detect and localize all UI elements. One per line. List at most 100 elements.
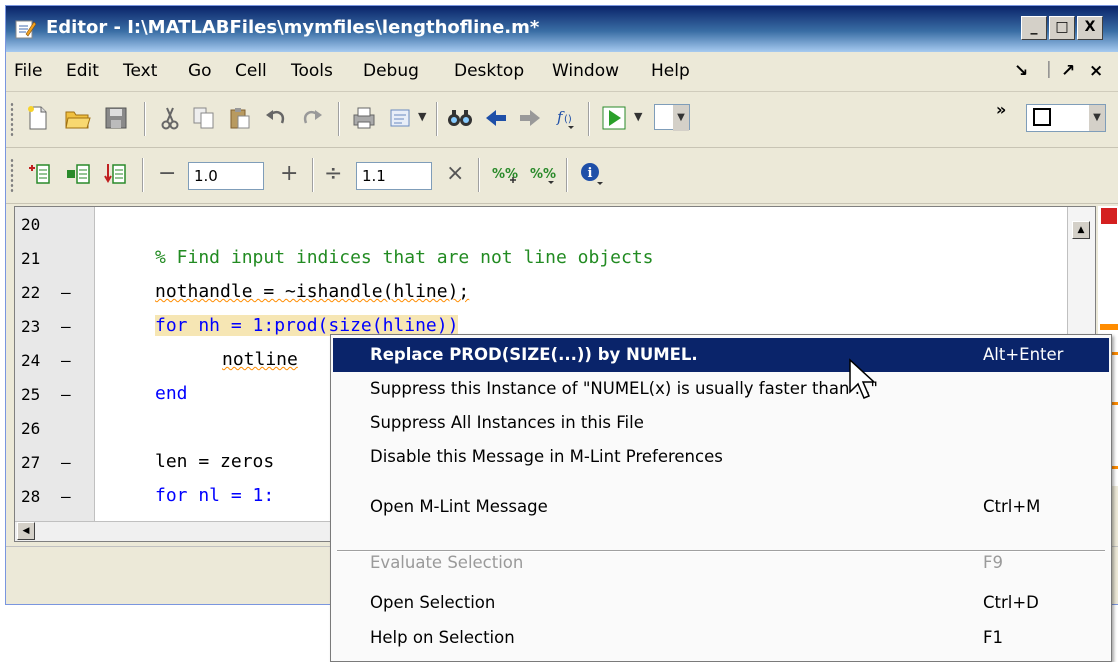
toolbar-separator [436,102,438,136]
maximize-button[interactable]: □ [1049,16,1075,40]
menu-item-label: Open Selection [370,593,496,612]
code-line: end [155,383,188,404]
line-number: 20 [21,215,41,234]
line-number: 28 [21,487,41,506]
svg-text:(): () [564,114,572,125]
menu-help[interactable]: Help [651,61,690,81]
matlab-editor-icon [15,20,36,39]
function-icon[interactable]: f() [552,104,580,132]
divide-icon[interactable]: ÷ [324,161,342,186]
open-folder-icon[interactable] [64,104,92,132]
mlint-warning-marker[interactable] [1100,324,1118,330]
view-icon[interactable] [386,104,414,132]
line-number: 23 [21,317,41,336]
cut-icon[interactable] [156,104,184,132]
title-bar[interactable]: Editor - I:\MATLABFiles\mymfiles\lengtho… [6,6,1118,52]
find-icon[interactable] [446,104,474,132]
undo-icon[interactable] [262,104,290,132]
menu-item-shortcut: F1 [983,628,1003,647]
close-document-button[interactable]: × [1089,61,1103,81]
mlint-status-indicator[interactable] [1101,208,1117,224]
window-title: Editor - I:\MATLABFiles\mymfiles\lengtho… [46,17,540,38]
cell-percent-add-icon[interactable]: %% [490,160,518,188]
breakpoint-marker[interactable]: — [61,385,71,404]
svg-text:i: i [588,166,593,181]
new-file-icon[interactable] [24,104,52,132]
undock-button[interactable]: ↗ [1061,61,1075,81]
paste-icon[interactable] [226,104,254,132]
menu-open-selection[interactable]: Open Selection Ctrl+D [333,586,1109,620]
breakpoint-marker[interactable]: — [61,453,71,472]
menu-tools[interactable]: Tools [291,61,333,81]
divide-value-field[interactable]: 1.1 [356,162,432,190]
mouse-pointer-icon [849,358,876,399]
run-icon[interactable] [600,104,628,132]
menu-desktop[interactable]: Desktop [454,61,524,81]
toolbar-separator [142,158,144,192]
run-dropdown-arrow[interactable]: ▼ [634,110,642,123]
menu-debug[interactable]: Debug [363,61,419,81]
menu-cell[interactable]: Cell [235,61,267,81]
menu-item-label: Evaluate Selection [370,553,524,572]
code-line: nothandle = ~ishandle(hline); [155,281,469,302]
cell-divider-icon[interactable] [64,160,92,188]
scroll-left-arrow[interactable]: ◀ [17,522,35,540]
decrement-icon[interactable]: − [158,161,176,186]
menu-file[interactable]: File [14,61,42,81]
context-menu: Replace PROD(SIZE(...)) by NUMEL. Alt+En… [330,334,1112,662]
cell-toolbar: − 1.0 + ÷ 1.1 × %% %% i [6,148,1118,204]
toolbar-separator [338,102,340,136]
code-line-content: notline [222,349,298,370]
layout-selector[interactable]: ▼ [1026,104,1106,132]
menu-text[interactable]: Text [123,61,157,81]
menu-replace-with-numel[interactable]: Replace PROD(SIZE(...)) by NUMEL. Alt+En… [333,338,1109,372]
redo-icon[interactable] [298,104,326,132]
line-number: 25 [21,385,41,404]
menu-suppress-instance[interactable]: Suppress this Instance of "NUMEL(x) is u… [333,372,1109,406]
line-number: 27 [21,453,41,472]
decrement-value-field[interactable]: 1.0 [188,162,264,190]
toolbar-separator [312,158,314,192]
stack-selector[interactable]: ▼ [654,104,690,131]
copy-icon[interactable] [190,104,218,132]
code-line: notline [222,349,298,370]
menu-item-shortcut: Ctrl+M [983,497,1041,516]
menu-suppress-all-in-file[interactable]: Suppress All Instances in this File [333,406,1109,440]
menu-open-mlint-message[interactable]: Open M-Lint Message Ctrl+M [333,490,1109,524]
toolbar-grip[interactable] [10,102,14,138]
stack-dropdown-arrow[interactable]: ▼ [673,105,689,131]
toolbar-overflow[interactable]: » [996,100,1006,119]
breakpoint-marker[interactable]: — [61,351,71,370]
menu-disable-message[interactable]: Disable this Message in M-Lint Preferenc… [333,440,1109,474]
menu-help-on-selection[interactable]: Help on Selection F1 [333,621,1109,655]
menu-window[interactable]: Window [552,61,619,81]
code-line: % Find input indices that are not line o… [155,247,654,268]
menu-item-label: Open M-Lint Message [370,497,548,516]
forward-icon[interactable] [516,104,544,132]
code-line: for nl = 1: [155,485,275,506]
layout-dropdown-arrow[interactable]: ▼ [1089,105,1105,131]
breakpoint-marker[interactable]: — [61,487,71,506]
menu-go[interactable]: Go [188,61,212,81]
increment-icon[interactable]: + [280,161,298,186]
print-icon[interactable] [350,104,378,132]
cell-percent-remove-icon[interactable]: %% [528,160,556,188]
minimize-button[interactable]: _ [1021,16,1047,40]
menu-edit[interactable]: Edit [66,61,99,81]
back-icon[interactable] [482,104,510,132]
line-number: 24 [21,351,41,370]
dock-button[interactable]: ↘ [1014,61,1028,81]
toolbar-grip[interactable] [10,158,14,194]
menu-item-shortcut: Ctrl+D [983,593,1039,612]
insert-cell-icon[interactable] [26,160,54,188]
evaluate-cell-icon[interactable] [102,160,130,188]
close-button[interactable]: X [1077,16,1103,40]
multiply-icon[interactable]: × [446,161,464,186]
breakpoint-marker[interactable]: — [61,317,71,336]
info-icon[interactable]: i [578,160,606,188]
scroll-up-arrow[interactable]: ▲ [1072,221,1090,239]
save-icon[interactable] [102,104,130,132]
view-dropdown-arrow[interactable]: ▼ [418,110,426,123]
line-number: 21 [21,249,41,268]
breakpoint-marker[interactable]: — [61,283,71,302]
